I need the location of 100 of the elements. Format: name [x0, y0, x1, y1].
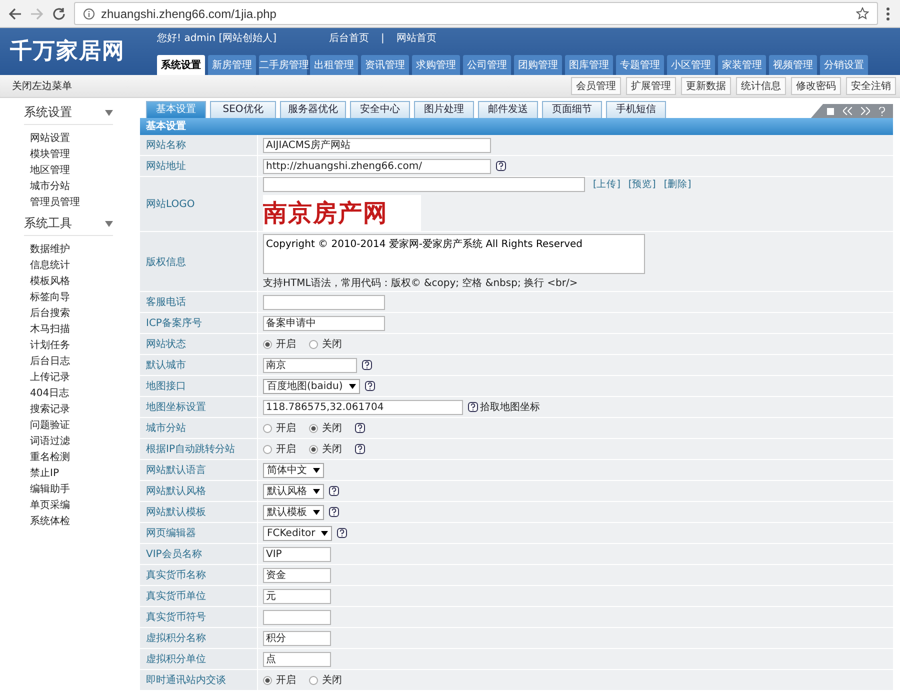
text-field[interactable]: AIJIACMS房产网站 [263, 138, 491, 152]
bracket-link[interactable]: [删除] [664, 178, 692, 191]
nav-tab[interactable]: 出租管理 [310, 55, 358, 75]
radio-button[interactable] [263, 444, 272, 454]
tab[interactable]: 手机短信 [606, 101, 666, 118]
dropdown[interactable]: 百度地图(baidu) [263, 378, 360, 394]
text-field[interactable]: 元 [263, 588, 331, 604]
sidebar-item[interactable]: 城市分站 [0, 179, 137, 195]
tab[interactable]: 安全中心 [350, 101, 410, 118]
sidebar-item[interactable]: 单页采编 [0, 498, 137, 514]
copyright-textarea[interactable]: Copyright © 2010-2014 爱家网-爱家房产系统 All Rights Reserved [263, 234, 645, 274]
sidebar-item[interactable]: 管理员管理 [0, 195, 137, 211]
radio-button[interactable] [309, 340, 318, 348]
nav-tab[interactable]: 小区管理 [667, 55, 715, 75]
dropdown[interactable]: 默认模板 [263, 504, 324, 520]
tab[interactable]: 图片处理 [414, 101, 474, 118]
address-bar[interactable]: zhuangshi.zheng66.com/1jia.php [74, 2, 878, 25]
sidebar-item[interactable]: 地区管理 [0, 163, 137, 179]
caret-icon[interactable] [105, 220, 113, 226]
tab[interactable]: 页面细节 [542, 101, 602, 118]
sidebar-item[interactable]: 标签向导 [0, 290, 137, 306]
sidebar-item[interactable]: 模板风格 [0, 274, 137, 290]
dropdown[interactable]: FCKeditor [263, 526, 332, 540]
toolbar-button[interactable]: 安全注销 [846, 77, 896, 95]
dropdown[interactable]: 简体中文 [263, 462, 324, 478]
toolbar-button[interactable]: 扩展管理 [626, 77, 676, 95]
back-icon[interactable] [8, 6, 22, 20]
help-icon[interactable] [355, 423, 365, 433]
help-icon[interactable] [329, 507, 339, 517]
text-field[interactable]: 备案申请中 [263, 316, 385, 330]
radio-button[interactable] [309, 424, 318, 432]
tab[interactable]: 服务器优化 [280, 101, 346, 118]
text-field[interactable]: 资金 [263, 568, 331, 582]
sidebar-item[interactable]: 网站设置 [0, 131, 137, 147]
sidebar-item[interactable]: 搜索记录 [0, 402, 137, 418]
text-field[interactable]: http://zhuangshi.zheng66.com/ [263, 158, 491, 174]
nav-tab[interactable]: 视频管理 [769, 55, 817, 75]
sidebar-item[interactable]: 模块管理 [0, 147, 137, 163]
help-icon[interactable] [337, 528, 348, 538]
help-icon[interactable] [468, 402, 478, 412]
sidebar-item[interactable]: 后台搜索 [0, 306, 137, 322]
bracket-link[interactable]: [预览] [628, 178, 656, 191]
nav-tab[interactable]: 新房管理 [208, 55, 256, 75]
sidebar-item[interactable]: 木马扫描 [0, 322, 137, 338]
help-icon[interactable] [355, 444, 365, 454]
sidebar-group-header[interactable]: 系统工具 [24, 215, 113, 236]
sidebar-item[interactable]: 404日志 [0, 386, 137, 402]
sidebar-item[interactable]: 数据维护 [0, 242, 137, 258]
reload-icon[interactable] [52, 6, 66, 20]
tab[interactable]: SEO优化 [210, 101, 276, 118]
pick-coordinates-link[interactable]: 拾取地图坐标 [480, 400, 540, 414]
nav-tab[interactable]: 二手房管理 [259, 55, 307, 75]
text-field[interactable]: 南京 [263, 358, 357, 372]
sidebar-item[interactable]: 信息统计 [0, 258, 137, 274]
sidebar-group-header[interactable]: 系统设置 [24, 104, 113, 125]
header-link[interactable]: 网站首页 [396, 31, 436, 45]
nav-tab[interactable]: 图库管理 [565, 55, 613, 75]
sidebar-item[interactable]: 上传记录 [0, 370, 137, 386]
sidebar-item[interactable]: 重名检测 [0, 450, 137, 466]
radio-button[interactable] [263, 676, 272, 684]
toolbar-button[interactable]: 会员管理 [571, 77, 621, 95]
text-field[interactable]: 118.786575,32.061704 [263, 400, 463, 414]
nav-tab[interactable]: 求购管理 [412, 55, 460, 75]
text-field[interactable] [263, 294, 385, 310]
square-icon[interactable] [827, 108, 834, 114]
text-field[interactable]: 点 [263, 652, 331, 666]
text-field[interactable] [263, 610, 331, 624]
radio-button[interactable] [263, 424, 272, 432]
text-field[interactable]: 积分 [263, 630, 331, 646]
star-icon[interactable] [856, 7, 869, 20]
nav-tab[interactable]: 家装管理 [718, 55, 766, 75]
caret-icon[interactable] [105, 110, 113, 116]
menu-icon[interactable] [886, 6, 890, 20]
sidebar-item[interactable]: 后台日志 [0, 354, 137, 370]
help-icon[interactable] [362, 360, 372, 370]
nav-tab[interactable]: 分销设置 [820, 55, 868, 75]
help-icon[interactable] [329, 486, 339, 496]
toolbar-button[interactable]: 更新数据 [681, 77, 731, 95]
toolbar-button[interactable]: 统计信息 [736, 77, 786, 95]
sidebar-item[interactable]: 禁止IP [0, 466, 137, 482]
sidebar-item[interactable]: 系统体检 [0, 514, 137, 530]
dropdown[interactable]: 默认风格 [263, 484, 324, 498]
nav-tab[interactable]: 系统设置 [157, 55, 205, 75]
upload-field[interactable] [263, 177, 585, 192]
toolbar-button[interactable]: 修改密码 [791, 77, 841, 95]
double-right-icon[interactable] [861, 107, 870, 115]
radio-button[interactable] [263, 340, 272, 348]
radio-button[interactable] [309, 676, 318, 684]
nav-tab[interactable]: 团购管理 [514, 55, 562, 75]
help-icon[interactable] [496, 161, 506, 171]
bracket-link[interactable]: [上传] [593, 178, 620, 191]
tab[interactable]: 邮件发送 [478, 101, 538, 118]
nav-tab[interactable]: 专题管理 [616, 55, 664, 75]
sidebar-item[interactable]: 编辑助手 [0, 482, 137, 498]
nav-tab[interactable]: 公司管理 [463, 55, 511, 75]
text-field[interactable]: VIP [263, 546, 331, 562]
sidebar-item[interactable]: 问题验证 [0, 418, 137, 434]
sidebar-item[interactable]: 词语过滤 [0, 434, 137, 450]
double-left-icon[interactable] [843, 107, 852, 115]
toggle-menu-link[interactable]: 关闭左边菜单 [12, 79, 72, 93]
